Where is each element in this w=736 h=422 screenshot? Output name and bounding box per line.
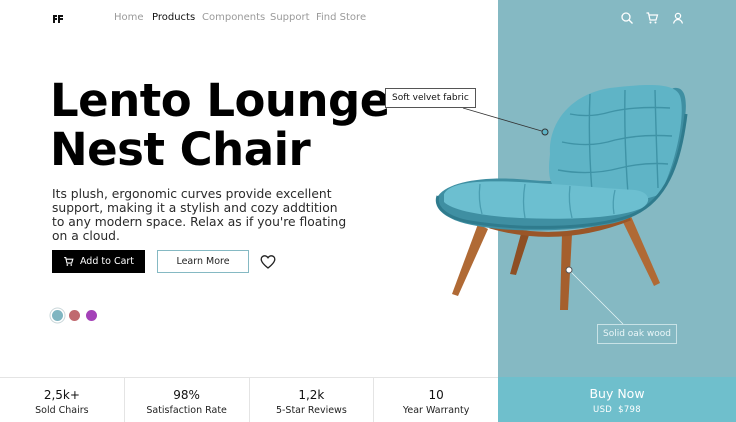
learn-more-label: Learn More <box>176 256 230 267</box>
price-amount: $798 <box>618 405 641 415</box>
heart-icon[interactable] <box>260 254 276 270</box>
price-currency: USD <box>593 405 613 415</box>
product-title: Lento Lounge Nest Chair <box>50 76 390 174</box>
add-to-cart-label: Add to Cart <box>79 256 135 267</box>
chair-image <box>435 85 688 310</box>
stat-value: 10 <box>428 388 444 402</box>
nav-item-home[interactable]: Home <box>114 12 144 23</box>
color-swatches <box>52 310 97 321</box>
stat-label: Sold Chairs <box>35 405 89 416</box>
nav-item-find-store[interactable]: Find Store <box>316 12 366 23</box>
cart-icon <box>64 257 74 266</box>
color-swatch-purple[interactable] <box>86 310 97 321</box>
stat-label: 5-Star Reviews <box>275 405 347 416</box>
product-title-line-1: Lento Lounge <box>50 74 390 127</box>
buy-price: USD $798 <box>498 405 736 415</box>
callout-wood: Solid oak wood <box>597 324 677 344</box>
user-icon[interactable] <box>671 10 685 24</box>
stat-value: 2,5k+ <box>43 388 80 402</box>
nav-item-products[interactable]: Products <box>152 12 195 23</box>
stat-label: Year Warranty <box>402 405 470 416</box>
buy-now-label: Buy Now <box>589 386 645 401</box>
header-icons <box>620 10 690 24</box>
color-swatch-teal[interactable] <box>52 310 63 321</box>
stat-label: Satisfaction Rate <box>146 405 227 416</box>
product-title-line-2: Nest Chair <box>50 123 311 176</box>
nav-item-components[interactable]: Components <box>202 12 265 23</box>
stats-bar: 2,5k+ Sold Chairs 98% Satisfaction Rate … <box>0 377 498 422</box>
stat-value: 1,2k <box>298 388 325 402</box>
product-description: Its plush, ergonomic curves provide exce… <box>52 187 347 243</box>
buy-now-button[interactable]: Buy Now USD $798 <box>498 377 736 422</box>
cart-icon[interactable] <box>645 10 659 24</box>
stat-warranty: 10 Year Warranty <box>374 378 498 422</box>
stat-sold-chairs: 2,5k+ Sold Chairs <box>0 378 125 422</box>
learn-more-button[interactable]: Learn More <box>157 250 249 273</box>
callout-fabric: Soft velvet fabric <box>385 88 476 108</box>
nav-item-support[interactable]: Support <box>270 12 310 23</box>
stat-reviews: 1,2k 5-Star Reviews <box>250 378 375 422</box>
logo-mark-icon[interactable] <box>52 14 64 24</box>
color-swatch-rose[interactable] <box>69 310 80 321</box>
search-icon[interactable] <box>620 10 634 24</box>
stat-satisfaction-rate: 98% Satisfaction Rate <box>125 378 250 422</box>
stat-value: 98% <box>173 388 200 402</box>
add-to-cart-button[interactable]: Add to Cart <box>52 250 145 273</box>
